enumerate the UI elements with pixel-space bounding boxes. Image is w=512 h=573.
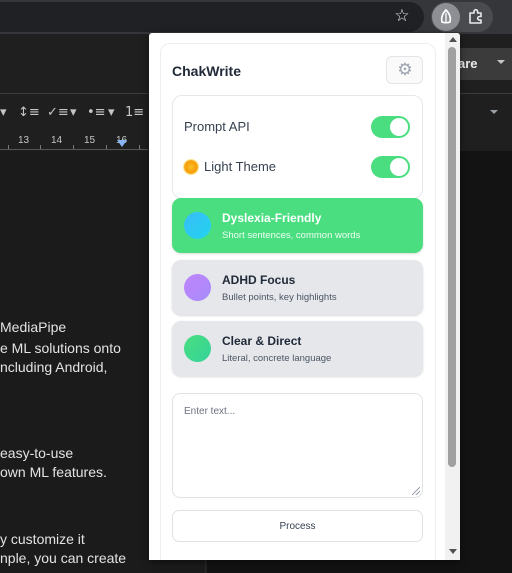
active-extension-button[interactable] bbox=[432, 3, 460, 31]
process-button[interactable]: Process bbox=[172, 510, 423, 542]
ruler-tick bbox=[8, 145, 9, 149]
mode-color-dot bbox=[184, 274, 211, 301]
document-text-line: own ML features. bbox=[0, 464, 107, 480]
bulleted-list-icon[interactable]: •≡ bbox=[87, 105, 106, 120]
toggle-row-prompt-api: Prompt API bbox=[173, 112, 424, 142]
document-text-line: nple, you can create bbox=[0, 550, 127, 566]
ruler-tick bbox=[40, 145, 41, 149]
puzzle-icon bbox=[469, 8, 482, 24]
mode-card-clear-direct[interactable]: Clear & Direct Literal, concrete languag… bbox=[172, 321, 423, 376]
scroll-thumb[interactable] bbox=[448, 47, 456, 467]
mode-title: Dyslexia-Friendly bbox=[222, 211, 322, 225]
leaf-icon bbox=[440, 8, 452, 24]
checklist-icon[interactable]: ✓≡ bbox=[47, 105, 69, 120]
ruler-tick bbox=[106, 145, 107, 149]
ruler-number: 13 bbox=[18, 135, 30, 146]
bookmark-star-icon[interactable]: ☆ bbox=[392, 6, 412, 26]
gear-icon: ⚙ bbox=[397, 60, 413, 80]
toggle-label: Light Theme bbox=[204, 159, 277, 174]
dropdown-caret-icon[interactable]: ▾ bbox=[108, 105, 115, 120]
toggle-knob bbox=[390, 158, 408, 176]
dropdown-caret-icon[interactable]: ▾ bbox=[0, 105, 7, 120]
popup-scrollbar[interactable] bbox=[445, 33, 460, 560]
numbered-list-icon[interactable]: 1≡ bbox=[125, 105, 144, 120]
light-theme-toggle[interactable] bbox=[371, 156, 410, 178]
dropdown-caret-icon[interactable]: ▾ bbox=[70, 105, 77, 120]
toolbar-collapse-icon[interactable] bbox=[490, 110, 498, 114]
toggle-label: Prompt API bbox=[184, 119, 250, 134]
ruler-number: 15 bbox=[84, 135, 96, 146]
document-text-line: ncluding Android, bbox=[0, 359, 108, 375]
sun-icon bbox=[184, 160, 198, 174]
document-text-line: e ML solutions onto bbox=[0, 340, 121, 356]
mode-color-dot bbox=[184, 212, 211, 239]
settings-button[interactable]: ⚙ bbox=[386, 56, 423, 84]
mode-color-dot bbox=[184, 335, 211, 362]
ruler-number: 14 bbox=[51, 135, 63, 146]
document-text-line: easy-to-use bbox=[0, 445, 74, 461]
document-text-line: y customize it bbox=[0, 531, 85, 547]
mode-title: Clear & Direct bbox=[222, 334, 302, 348]
input-placeholder: Enter text... bbox=[184, 406, 236, 417]
indent-marker[interactable] bbox=[117, 140, 127, 147]
extensions-button[interactable] bbox=[466, 7, 486, 27]
resize-handle-icon[interactable] bbox=[412, 487, 420, 495]
toggle-knob bbox=[390, 118, 408, 136]
app-title: ChakWrite bbox=[172, 63, 241, 79]
toggle-row-light-theme: Light Theme bbox=[173, 152, 424, 182]
mode-card-dyslexia-friendly[interactable]: Dyslexia-Friendly Short sentences, commo… bbox=[172, 198, 423, 253]
mode-card-adhd-focus[interactable]: ADHD Focus Bullet points, key highlights bbox=[172, 260, 423, 315]
ruler-tick bbox=[139, 145, 140, 149]
share-dropdown-icon[interactable] bbox=[497, 60, 505, 64]
text-input[interactable]: Enter text... bbox=[172, 393, 423, 498]
scroll-down-arrow-icon[interactable] bbox=[449, 549, 457, 554]
mode-description: Bullet points, key highlights bbox=[222, 292, 337, 303]
address-bar[interactable] bbox=[0, 2, 424, 32]
ruler-tick bbox=[73, 145, 74, 149]
line-spacing-icon[interactable]: ↕≡ bbox=[18, 105, 40, 120]
scroll-up-arrow-icon[interactable] bbox=[449, 37, 457, 42]
mode-description: Literal, concrete language bbox=[222, 353, 332, 364]
mode-title: ADHD Focus bbox=[222, 273, 296, 287]
prompt-api-toggle[interactable] bbox=[371, 116, 410, 138]
toggles-card: Prompt API Light Theme bbox=[172, 95, 423, 199]
extension-popup: ChakWrite ⚙ Prompt API Light Theme Dysle… bbox=[149, 33, 460, 560]
mode-description: Short sentences, common words bbox=[222, 230, 361, 241]
document-text-line: MediaPipe bbox=[0, 319, 67, 335]
